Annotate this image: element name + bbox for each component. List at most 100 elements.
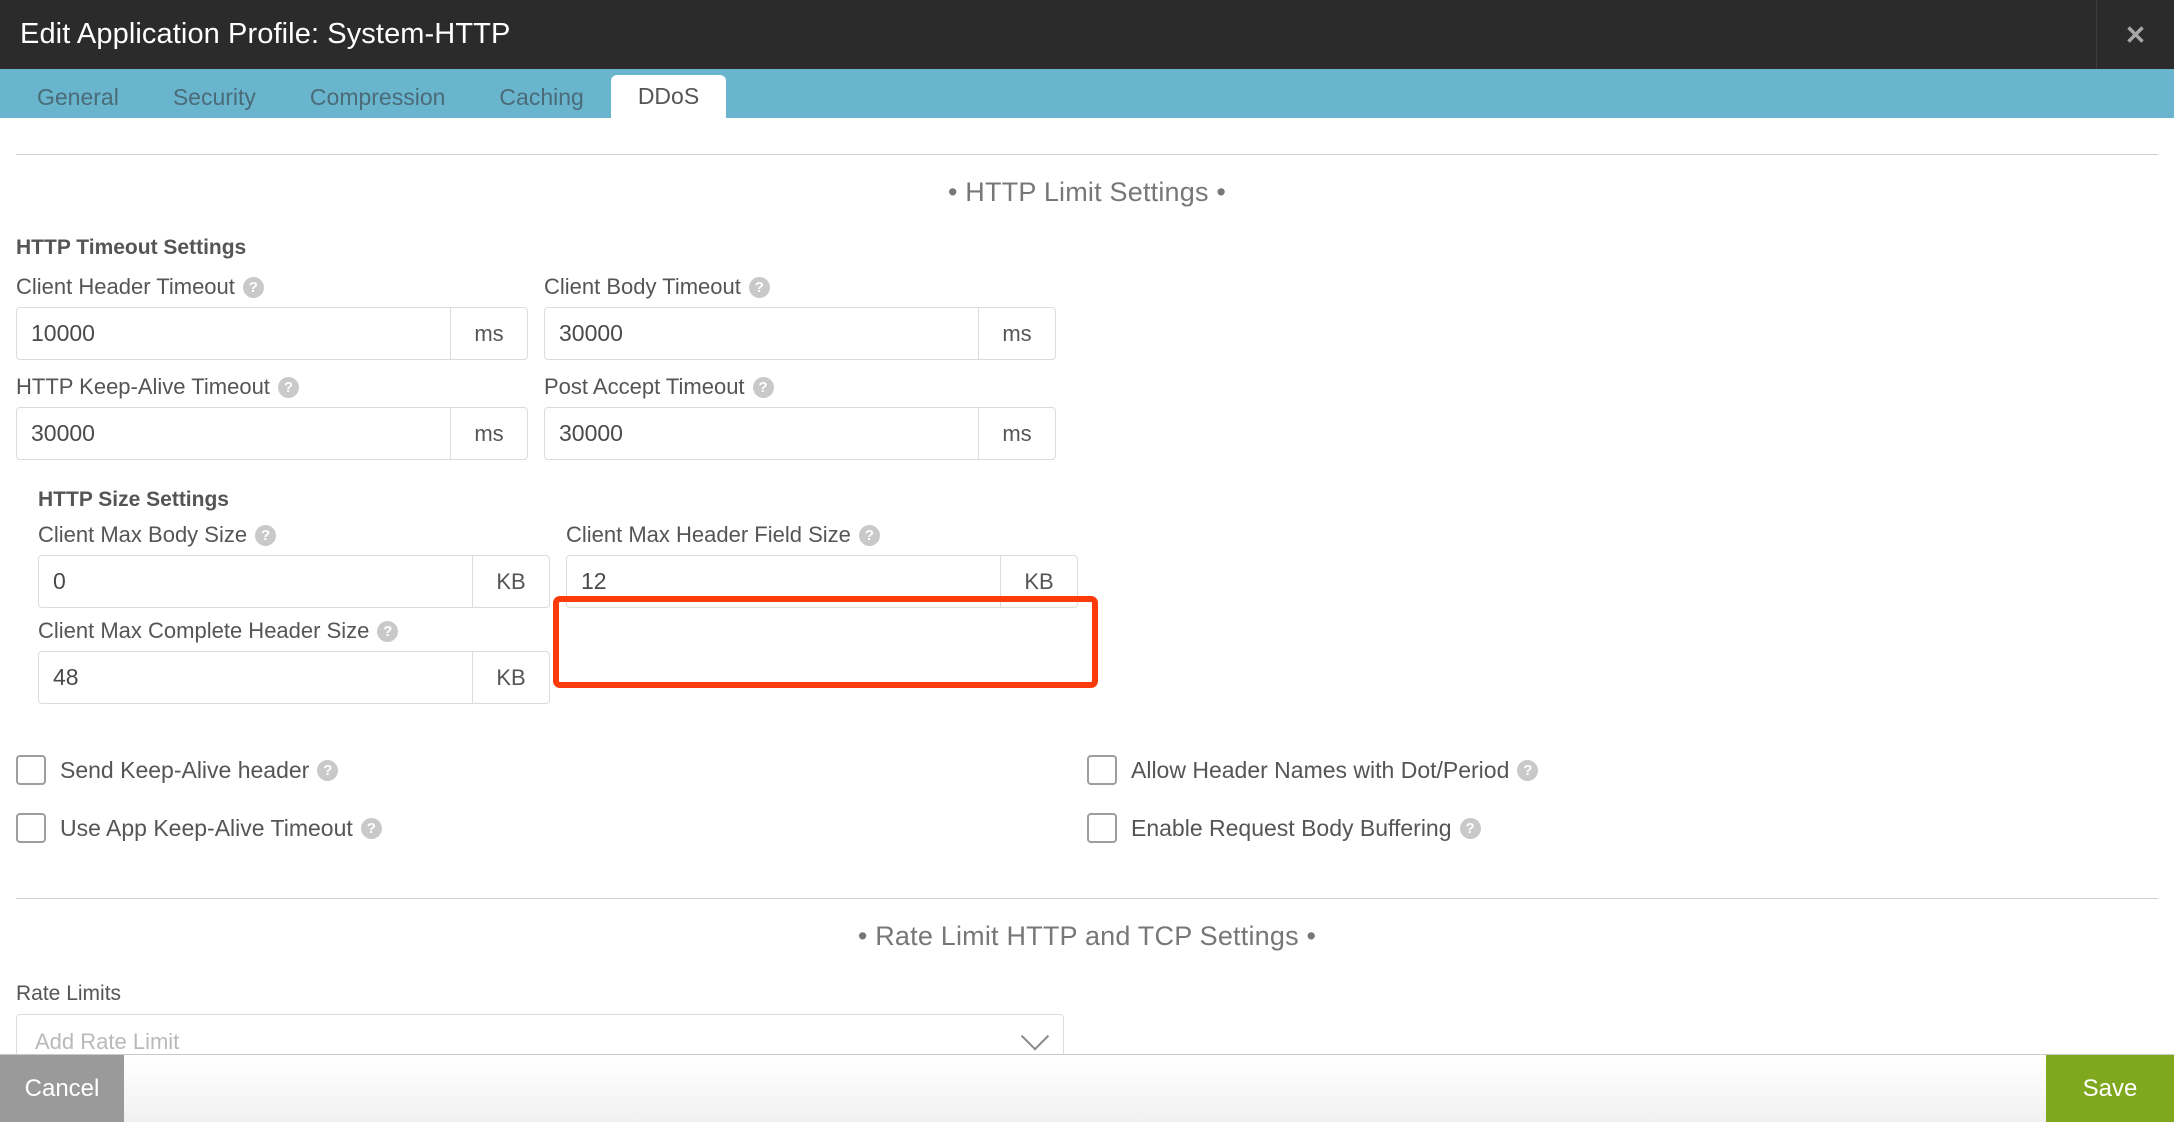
label-text: Post Accept Timeout bbox=[544, 374, 745, 399]
tab-caching[interactable]: Caching bbox=[472, 76, 610, 118]
label-client-max-complete-header-size: Client Max Complete Header Size ? bbox=[38, 618, 550, 644]
chevron-down-icon[interactable] bbox=[1020, 1022, 1050, 1051]
tab-compression[interactable]: Compression bbox=[283, 76, 473, 118]
checkbox-row-use-app-keep-alive-timeout[interactable]: Use App Keep-Alive Timeout ? bbox=[16, 804, 1087, 852]
field-client-body-timeout: Client Body Timeout ? ms bbox=[544, 274, 1056, 360]
tab-ddos[interactable]: DDoS bbox=[610, 75, 727, 118]
input-http-keep-alive-timeout[interactable] bbox=[16, 407, 450, 460]
checkbox-send-keep-alive-header[interactable] bbox=[16, 755, 46, 785]
checkbox-row-allow-header-names-with-dot-period[interactable]: Allow Header Names with Dot/Period ? bbox=[1087, 746, 2158, 794]
checkbox-row-send-keep-alive-header[interactable]: Send Keep-Alive header ? bbox=[16, 746, 1087, 794]
label-text: Allow Header Names with Dot/Period bbox=[1131, 756, 1510, 783]
http-limit-divider bbox=[16, 154, 2158, 155]
checkbox-allow-header-names-with-dot-period[interactable] bbox=[1087, 755, 1117, 785]
input-client-max-header-field-size[interactable] bbox=[566, 555, 1000, 608]
label-client-body-timeout: Client Body Timeout ? bbox=[544, 274, 1056, 300]
label-text: Enable Request Body Buffering bbox=[1131, 814, 1452, 841]
edit-application-profile-dialog: Edit Application Profile: System-HTTP ✕ … bbox=[0, 0, 2174, 1122]
help-icon[interactable]: ? bbox=[255, 524, 277, 546]
dialog-title: Edit Application Profile: System-HTTP bbox=[20, 18, 511, 50]
unit-kb: KB bbox=[1000, 555, 1078, 608]
label-text: Client Max Body Size bbox=[38, 522, 248, 547]
label-allow-header-names-with-dot-period: Allow Header Names with Dot/Period ? bbox=[1131, 756, 1539, 784]
unit-ms: ms bbox=[450, 307, 528, 360]
tab-bar: General Security Compression Caching DDo… bbox=[0, 69, 2174, 118]
help-icon[interactable]: ? bbox=[748, 276, 770, 298]
help-icon[interactable]: ? bbox=[242, 276, 264, 298]
dialog-content: • HTTP Limit Settings • HTTP Timeout Set… bbox=[0, 118, 2174, 1054]
rate-limit-divider bbox=[16, 898, 2158, 899]
timeout-row-1: Client Header Timeout ? ms Client Body T… bbox=[16, 274, 2158, 360]
help-icon[interactable]: ? bbox=[1517, 759, 1539, 781]
help-icon[interactable]: ? bbox=[858, 524, 880, 546]
field-client-max-header-field-size: Client Max Header Field Size ? KB bbox=[566, 522, 1078, 608]
label-use-app-keep-alive-timeout: Use App Keep-Alive Timeout ? bbox=[60, 815, 382, 842]
http-size-settings-group: Client Max Body Size ? KB Client Max Hea… bbox=[38, 522, 2158, 704]
help-icon[interactable]: ? bbox=[1459, 817, 1481, 839]
cancel-button[interactable]: Cancel bbox=[0, 1055, 124, 1122]
input-group: ms bbox=[16, 407, 528, 460]
input-group: KB bbox=[38, 555, 550, 608]
help-icon[interactable]: ? bbox=[277, 376, 299, 398]
input-group: KB bbox=[38, 651, 550, 704]
rate-limits-label: Rate Limits bbox=[16, 982, 122, 1005]
size-row-2: Client Max Complete Header Size ? KB bbox=[38, 618, 2158, 704]
field-client-header-timeout: Client Header Timeout ? ms bbox=[16, 274, 528, 360]
input-client-body-timeout[interactable] bbox=[544, 307, 978, 360]
input-group: KB bbox=[566, 555, 1078, 608]
checkbox-column-right: Allow Header Names with Dot/Period ? Ena… bbox=[1087, 746, 2158, 862]
help-icon[interactable]: ? bbox=[317, 759, 339, 781]
unit-ms: ms bbox=[978, 307, 1056, 360]
size-row-1: Client Max Body Size ? KB Client Max Hea… bbox=[38, 522, 2158, 608]
label-text: Client Header Timeout bbox=[16, 274, 235, 299]
rate-limits-placeholder: Add Rate Limit bbox=[35, 1029, 180, 1054]
input-group: ms bbox=[544, 307, 1056, 360]
unit-ms: ms bbox=[450, 407, 528, 460]
dialog-footer: Cancel Save bbox=[0, 1054, 2174, 1122]
rate-limits-dropdown[interactable]: Add Rate Limit bbox=[16, 1014, 1064, 1054]
help-icon[interactable]: ? bbox=[377, 620, 399, 642]
http-limit-section-heading: • HTTP Limit Settings • bbox=[947, 177, 1227, 207]
label-text: Client Body Timeout bbox=[544, 274, 741, 299]
label-text: Send Keep-Alive header bbox=[60, 756, 310, 783]
dialog-titlebar: Edit Application Profile: System-HTTP ✕ bbox=[0, 0, 2174, 69]
timeout-row-2: HTTP Keep-Alive Timeout ? ms Post Accept… bbox=[16, 374, 2158, 460]
checkbox-row-enable-request-body-buffering[interactable]: Enable Request Body Buffering ? bbox=[1087, 804, 2158, 852]
input-client-header-timeout[interactable] bbox=[16, 307, 450, 360]
label-text: Use App Keep-Alive Timeout bbox=[60, 814, 353, 841]
unit-kb: KB bbox=[472, 555, 550, 608]
input-post-accept-timeout[interactable] bbox=[544, 407, 978, 460]
rate-limit-section-heading: • Rate Limit HTTP and TCP Settings • bbox=[857, 921, 1317, 951]
input-group: ms bbox=[16, 307, 528, 360]
field-client-max-body-size: Client Max Body Size ? KB bbox=[38, 522, 550, 608]
unit-ms: ms bbox=[978, 407, 1056, 460]
label-post-accept-timeout: Post Accept Timeout ? bbox=[544, 374, 1056, 400]
label-client-max-body-size: Client Max Body Size ? bbox=[38, 522, 550, 548]
label-http-keep-alive-timeout: HTTP Keep-Alive Timeout ? bbox=[16, 374, 528, 400]
checkbox-use-app-keep-alive-timeout[interactable] bbox=[16, 813, 46, 843]
field-http-keep-alive-timeout: HTTP Keep-Alive Timeout ? ms bbox=[16, 374, 528, 460]
field-client-max-complete-header-size: Client Max Complete Header Size ? KB bbox=[38, 618, 550, 704]
label-client-header-timeout: Client Header Timeout ? bbox=[16, 274, 528, 300]
label-enable-request-body-buffering: Enable Request Body Buffering ? bbox=[1131, 815, 1481, 842]
label-client-max-header-field-size: Client Max Header Field Size ? bbox=[566, 522, 1078, 548]
label-text: Client Max Header Field Size bbox=[566, 522, 851, 547]
http-timeout-settings-label: HTTP Timeout Settings bbox=[16, 236, 247, 259]
checkbox-column-left: Send Keep-Alive header ? Use App Keep-Al… bbox=[16, 746, 1087, 862]
checkbox-area: Send Keep-Alive header ? Use App Keep-Al… bbox=[16, 746, 2158, 862]
input-client-max-body-size[interactable] bbox=[38, 555, 472, 608]
close-icon[interactable]: ✕ bbox=[2096, 0, 2174, 69]
help-icon[interactable]: ? bbox=[752, 376, 774, 398]
column-gap bbox=[550, 522, 566, 608]
http-size-settings-label: HTTP Size Settings bbox=[38, 488, 229, 511]
field-post-accept-timeout: Post Accept Timeout ? ms bbox=[544, 374, 1056, 460]
input-group: ms bbox=[544, 407, 1056, 460]
input-client-max-complete-header-size[interactable] bbox=[38, 651, 472, 704]
tab-security[interactable]: Security bbox=[146, 76, 283, 118]
checkbox-enable-request-body-buffering[interactable] bbox=[1087, 813, 1117, 843]
label-text: HTTP Keep-Alive Timeout bbox=[16, 374, 270, 399]
tab-general[interactable]: General bbox=[10, 76, 146, 118]
save-button[interactable]: Save bbox=[2046, 1055, 2174, 1122]
help-icon[interactable]: ? bbox=[360, 817, 382, 839]
label-send-keep-alive-header: Send Keep-Alive header ? bbox=[60, 756, 339, 784]
